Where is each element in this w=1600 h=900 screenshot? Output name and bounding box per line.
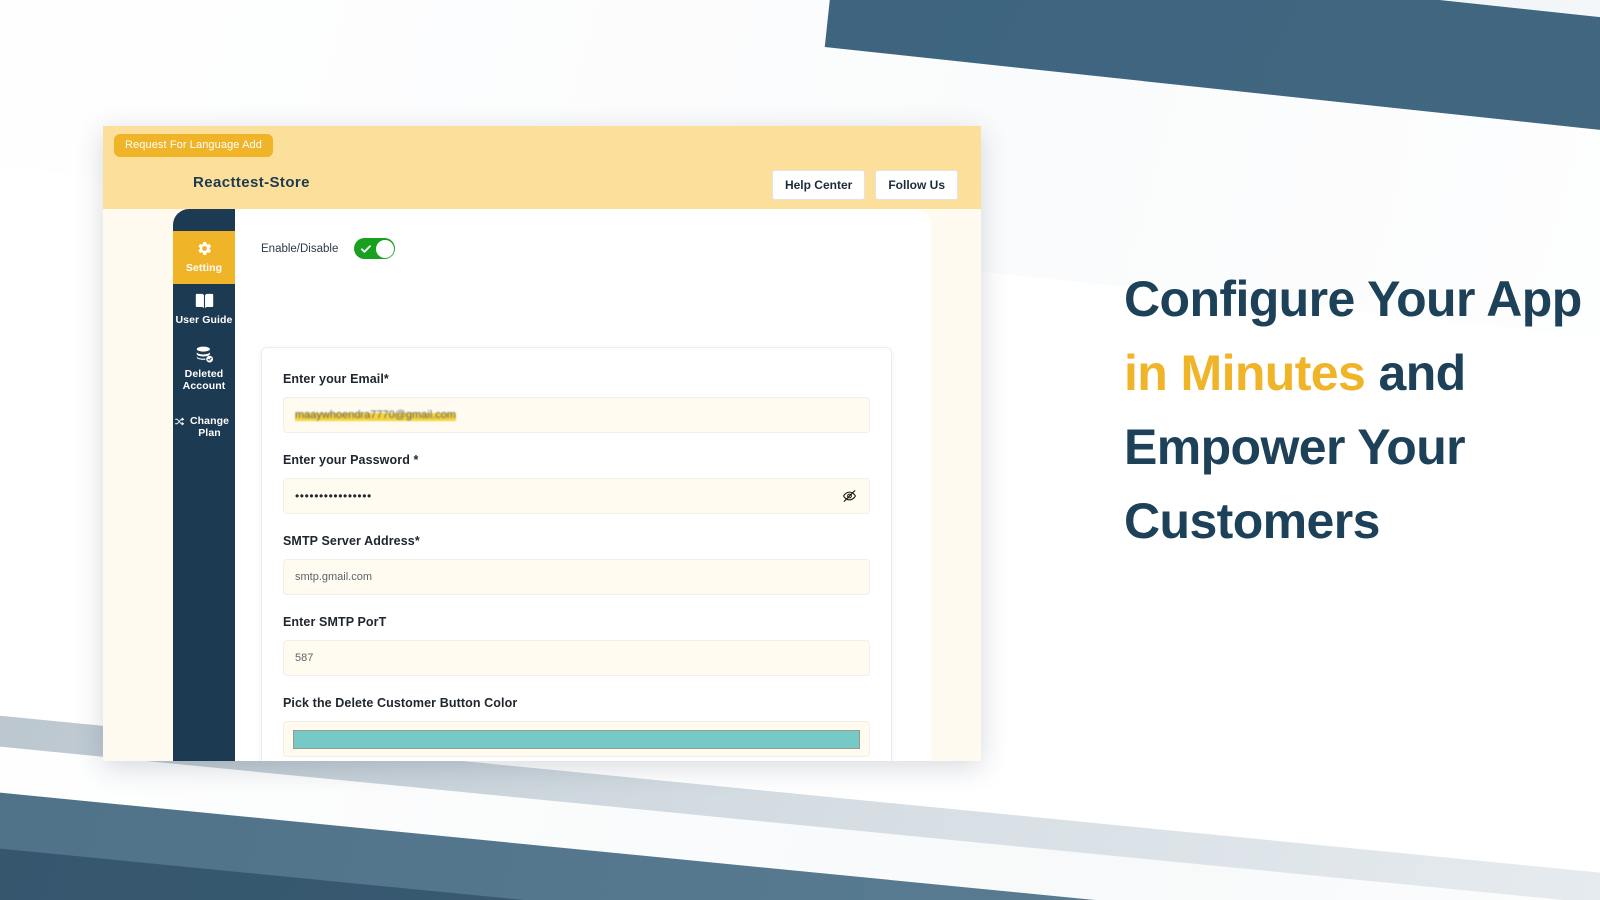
eye-slash-icon[interactable] (842, 489, 857, 504)
password-input[interactable]: •••••••••••••••• (283, 478, 870, 514)
sidebar-item-user-guide[interactable]: User Guide (173, 284, 235, 336)
email-input[interactable]: maaywhoendra7770@gmail.com (283, 397, 870, 433)
follow-us-button[interactable]: Follow Us (875, 170, 958, 200)
smtp-port-label: Enter SMTP PorT (283, 615, 387, 629)
check-icon (360, 243, 372, 255)
sidebar-item-deleted-account[interactable]: Deleted Account (173, 337, 235, 403)
book-icon (195, 293, 214, 309)
headline-accent: in Minutes (1124, 345, 1366, 401)
headline-part-1: Configure Your App (1124, 271, 1582, 327)
sidebar-item-setting[interactable]: Setting (173, 231, 235, 285)
enable-disable-label: Enable/Disable (261, 242, 339, 255)
smtp-port-input[interactable]: 587 (283, 640, 870, 676)
color-picker-label: Pick the Delete Customer Button Color (283, 696, 518, 710)
store-name: Reacttest-Store (193, 174, 310, 191)
sidebar-item-change-plan[interactable]: Change Plan (173, 403, 235, 450)
smtp-server-value: smtp.gmail.com (295, 571, 373, 583)
topbar-actions: Help Center Follow Us (771, 170, 958, 200)
settings-panel: Enable/Disable Enter your Email* maaywho… (235, 209, 931, 761)
shuffle-icon (175, 417, 184, 426)
request-language-add-button[interactable]: Request For Language Add (114, 134, 273, 157)
gear-icon (196, 240, 213, 257)
sidebar: Setting User Guide Deleted Account Chang… (173, 209, 235, 761)
sidebar-item-label: Change Plan (189, 414, 230, 439)
smtp-settings-card: Enter your Email* maaywhoendra7770@gmail… (261, 347, 892, 761)
password-label: Enter your Password * (283, 453, 419, 467)
color-swatch[interactable] (293, 729, 860, 749)
sidebar-item-label: Deleted Account (182, 367, 226, 393)
color-picker-input[interactable] (283, 721, 870, 757)
app-window: Request For Language Add Reacttest-Store… (103, 126, 981, 761)
help-center-button[interactable]: Help Center (771, 170, 866, 200)
email-value: maaywhoendra7770@gmail.com (295, 409, 456, 421)
password-value: •••••••••••••••• (295, 489, 372, 503)
smtp-server-input[interactable]: smtp.gmail.com (283, 559, 870, 595)
enable-disable-row: Enable/Disable (235, 209, 931, 259)
email-label: Enter your Email* (283, 372, 389, 386)
enable-disable-toggle[interactable] (354, 238, 396, 259)
sidebar-item-label: User Guide (175, 314, 233, 327)
smtp-server-label: SMTP Server Address* (283, 534, 420, 548)
database-check-icon (195, 346, 214, 363)
marketing-headline: Configure Your App in Minutes and Empowe… (1124, 262, 1584, 558)
smtp-port-value: 587 (295, 652, 314, 664)
toggle-knob (375, 239, 394, 258)
app-topbar: Request For Language Add Reacttest-Store… (103, 126, 981, 209)
app-content: Setting User Guide Deleted Account Chang… (103, 209, 981, 761)
sidebar-item-label: Setting (185, 262, 223, 274)
